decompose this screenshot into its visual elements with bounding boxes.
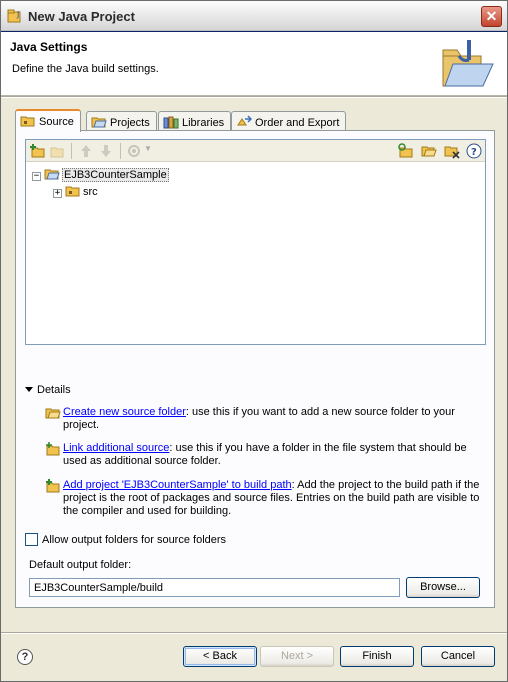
svg-text:?: ? (471, 147, 477, 158)
tab-source[interactable]: Source (15, 109, 81, 132)
toolbar-separator (120, 143, 121, 159)
page-description: Define the Java build settings. (12, 63, 159, 75)
wizard-header: Java Settings Define the Java build sett… (1, 32, 507, 96)
create-source-folder-link[interactable]: Create new source folder (63, 406, 186, 418)
projects-icon (91, 117, 107, 128)
java-project-icon (44, 169, 60, 180)
detail-create-source-folder: Create new source folder: use this if yo… (45, 406, 485, 432)
toolbar-separator (71, 143, 72, 159)
expand-toggle-icon[interactable]: + (53, 189, 62, 198)
delete-folder-icon[interactable] (444, 143, 460, 159)
link-source-icon (46, 442, 60, 456)
add-folder-icon[interactable] (30, 143, 46, 159)
tab-order-and-export[interactable]: Order and Export (231, 111, 347, 131)
collapse-toggle-icon[interactable]: − (32, 172, 41, 181)
detail-link-source: Link additional source: use this if you … (45, 442, 485, 468)
move-down-icon[interactable] (98, 143, 114, 159)
tab-libraries[interactable]: Libraries (158, 111, 232, 131)
source-tree[interactable]: ▼ ? − EJB3CounterSample + src (25, 139, 486, 345)
header-separator (1, 96, 507, 98)
title-bar[interactable]: J New Java Project ✕ (1, 1, 507, 31)
tree-toolbar: ▼ ? (26, 140, 485, 162)
tab-order-and-export-label: Order and Export (255, 117, 340, 129)
svg-text:J: J (16, 10, 19, 19)
tree-row-project[interactable]: − EJB3CounterSample (32, 167, 169, 183)
footer-separator (1, 632, 507, 634)
default-output-label: Default output folder: (29, 559, 132, 571)
dialog-window: J New Java Project ✕ Java Settings Defin… (0, 0, 508, 682)
help-icon[interactable]: ? (17, 649, 33, 665)
help-circle-icon[interactable]: ? (466, 143, 482, 159)
close-button[interactable]: ✕ (481, 6, 502, 27)
add-project-to-build-path-link[interactable]: Add project 'EJB3CounterSample' to build… (63, 479, 292, 491)
source-folder-icon (20, 116, 35, 127)
dialog-client: Java Settings Define the Java build sett… (1, 32, 507, 681)
default-output-field[interactable] (29, 578, 400, 597)
remove-folder-icon[interactable] (49, 143, 65, 159)
java-project-icon: J (7, 9, 21, 23)
finish-button[interactable]: Finish (340, 646, 414, 667)
tab-projects-label: Projects (110, 117, 150, 129)
open-folder-icon[interactable] (421, 143, 437, 159)
tree-node-label: src (83, 186, 98, 198)
move-up-icon[interactable] (78, 143, 94, 159)
page-title: Java Settings (10, 40, 88, 54)
browse-button[interactable]: Browse... (406, 577, 480, 598)
next-button[interactable]: Next > (260, 646, 334, 667)
window-title: New Java Project (28, 9, 135, 24)
allow-output-folders-checkbox[interactable] (25, 533, 38, 546)
triangle-down-icon (25, 387, 33, 392)
source-folder-icon (65, 186, 80, 197)
configure-icon[interactable] (126, 143, 142, 159)
link-source-icon[interactable] (398, 143, 414, 159)
allow-output-folders-row[interactable]: Allow output folders for source folders (25, 533, 226, 546)
source-tab-panel: ▼ ? − EJB3CounterSample + src Details Cr… (15, 130, 495, 608)
java-folder-banner-icon (442, 40, 494, 87)
back-button[interactable]: < Back (183, 646, 257, 667)
tree-node-label: EJB3CounterSample (62, 168, 169, 182)
tree-row-src[interactable]: + src (53, 184, 98, 200)
details-toggle[interactable]: Details (25, 384, 71, 396)
add-project-icon (46, 479, 60, 493)
link-additional-source-link[interactable]: Link additional source (63, 442, 169, 454)
cancel-button[interactable]: Cancel (421, 646, 495, 667)
details-label: Details (37, 384, 71, 396)
order-export-icon (237, 115, 252, 126)
chevron-down-icon[interactable]: ▼ (144, 144, 152, 153)
tab-projects[interactable]: Projects (86, 111, 157, 131)
libraries-icon (163, 116, 179, 129)
tab-libraries-label: Libraries (182, 117, 225, 129)
detail-add-project: Add project 'EJB3CounterSample' to build… (45, 479, 485, 518)
allow-output-folders-label: Allow output folders for source folders (42, 534, 227, 546)
tab-source-label: Source (39, 116, 74, 128)
source-folder-icon (45, 408, 61, 419)
